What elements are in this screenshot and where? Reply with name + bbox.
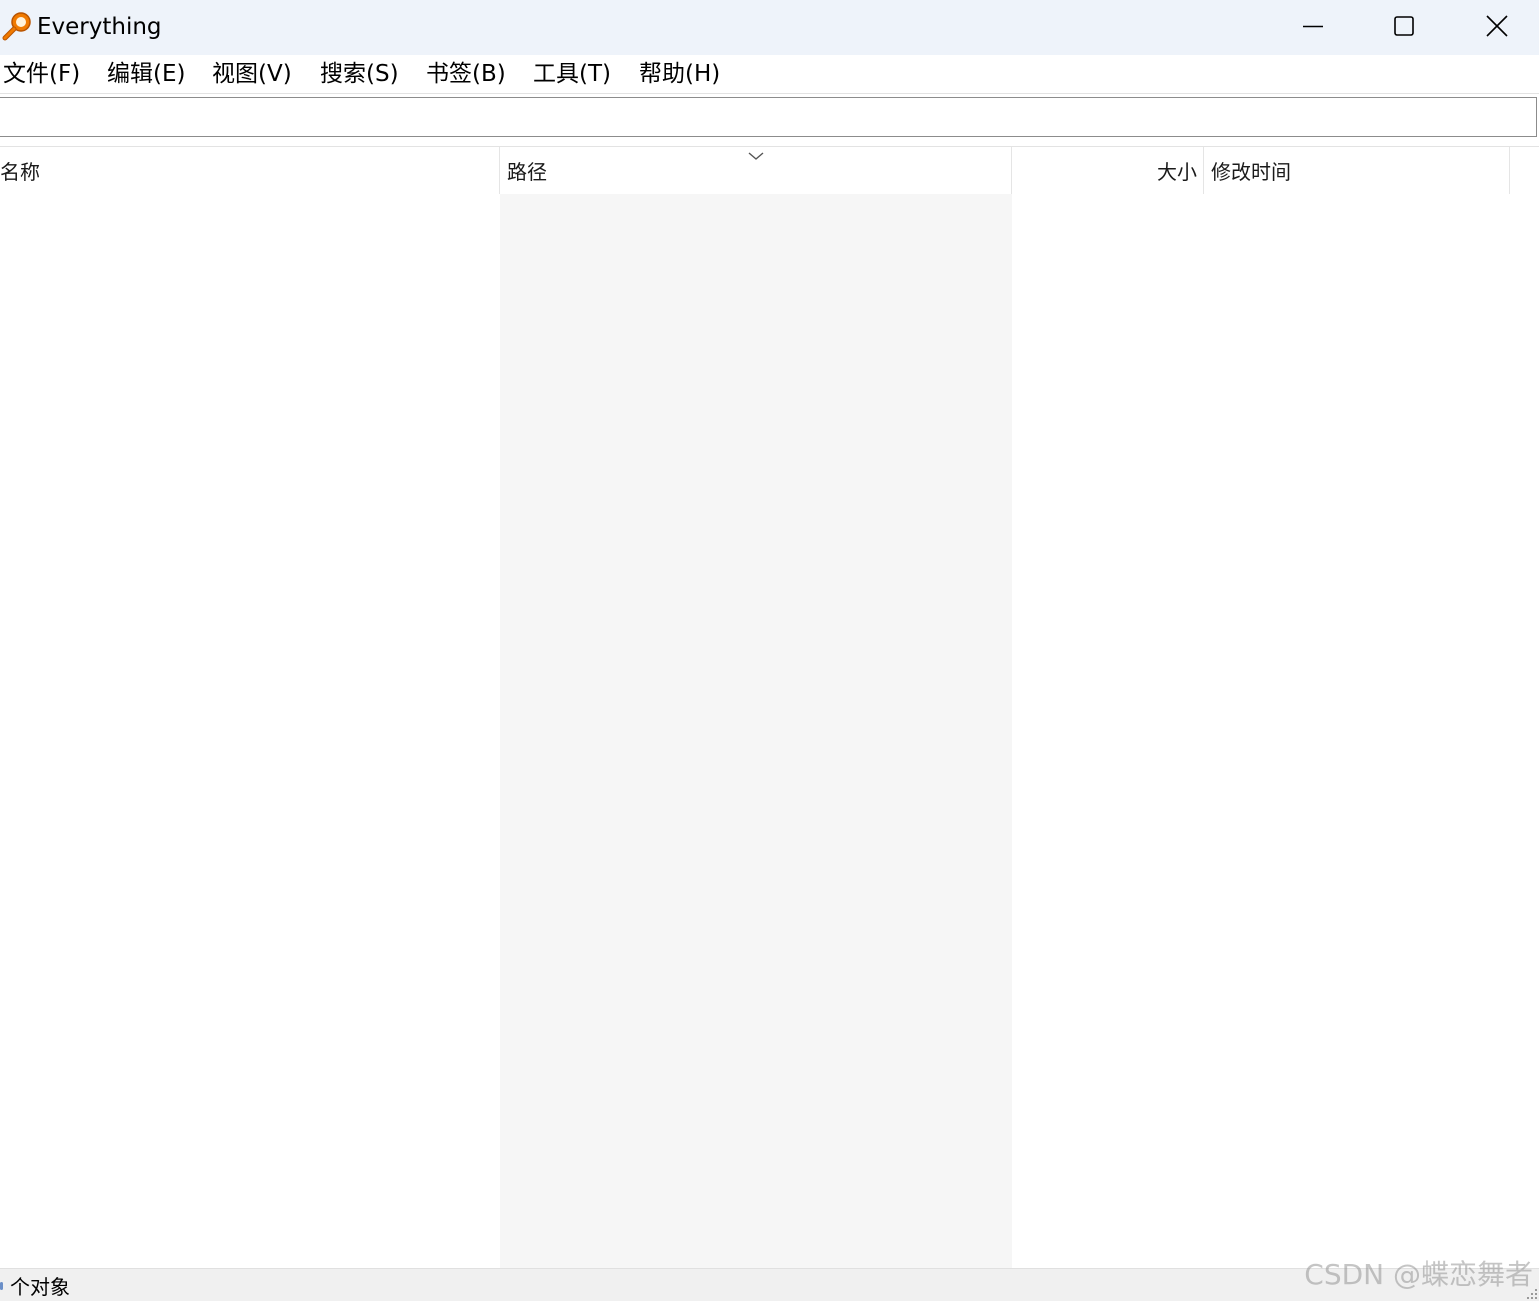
column-header-name[interactable]: 名称 xyxy=(0,147,500,194)
search-input[interactable] xyxy=(0,98,1536,136)
minimize-button[interactable] xyxy=(1267,0,1359,55)
title-bar[interactable]: Everything xyxy=(0,0,1539,55)
menu-file[interactable]: 文件(F) xyxy=(3,59,80,89)
maximize-button[interactable] xyxy=(1358,0,1450,55)
path-column-highlight xyxy=(500,194,1012,1268)
column-header-name-label: 名称 xyxy=(0,160,40,184)
menu-bookmarks[interactable]: 书签(B) xyxy=(426,59,506,89)
column-header-modified[interactable]: 修改时间 xyxy=(1204,147,1509,194)
status-indicator xyxy=(0,1282,3,1290)
menu-search[interactable]: 搜索(S) xyxy=(320,59,399,89)
column-header-modified-label: 修改时间 xyxy=(1211,160,1291,184)
close-icon xyxy=(1486,15,1508,37)
window-title: Everything xyxy=(37,14,162,40)
menu-bar: 文件(F) 编辑(E) 视图(V) 搜索(S) 书签(B) 工具(T) 帮助(H… xyxy=(0,55,1539,94)
column-header-path-label: 路径 xyxy=(507,160,547,184)
menu-tools[interactable]: 工具(T) xyxy=(533,59,611,89)
maximize-icon xyxy=(1394,16,1414,36)
magnifier-icon xyxy=(2,12,31,41)
menu-edit[interactable]: 编辑(E) xyxy=(107,59,185,89)
menu-view[interactable]: 视图(V) xyxy=(212,59,292,89)
column-divider[interactable] xyxy=(1509,147,1510,194)
status-text: 个对象 xyxy=(10,1275,70,1299)
minimize-icon xyxy=(1303,25,1323,28)
column-header-size-label: 大小 xyxy=(1157,160,1197,184)
column-header-size[interactable]: 大小 xyxy=(1012,147,1203,194)
search-box xyxy=(0,97,1537,137)
menu-help[interactable]: 帮助(H) xyxy=(639,59,720,89)
watermark: CSDN @蝶恋舞者 xyxy=(1304,1258,1533,1291)
column-header-row: 名称 路径 大小 修改时间 xyxy=(0,146,1539,194)
chevron-down-icon xyxy=(748,152,764,160)
close-button[interactable] xyxy=(1450,0,1539,55)
results-list[interactable] xyxy=(0,194,1539,1268)
app-window: Everything 文件(F) 编辑(E) 视图(V) 搜索(S) 书签(B)… xyxy=(0,0,1539,1301)
